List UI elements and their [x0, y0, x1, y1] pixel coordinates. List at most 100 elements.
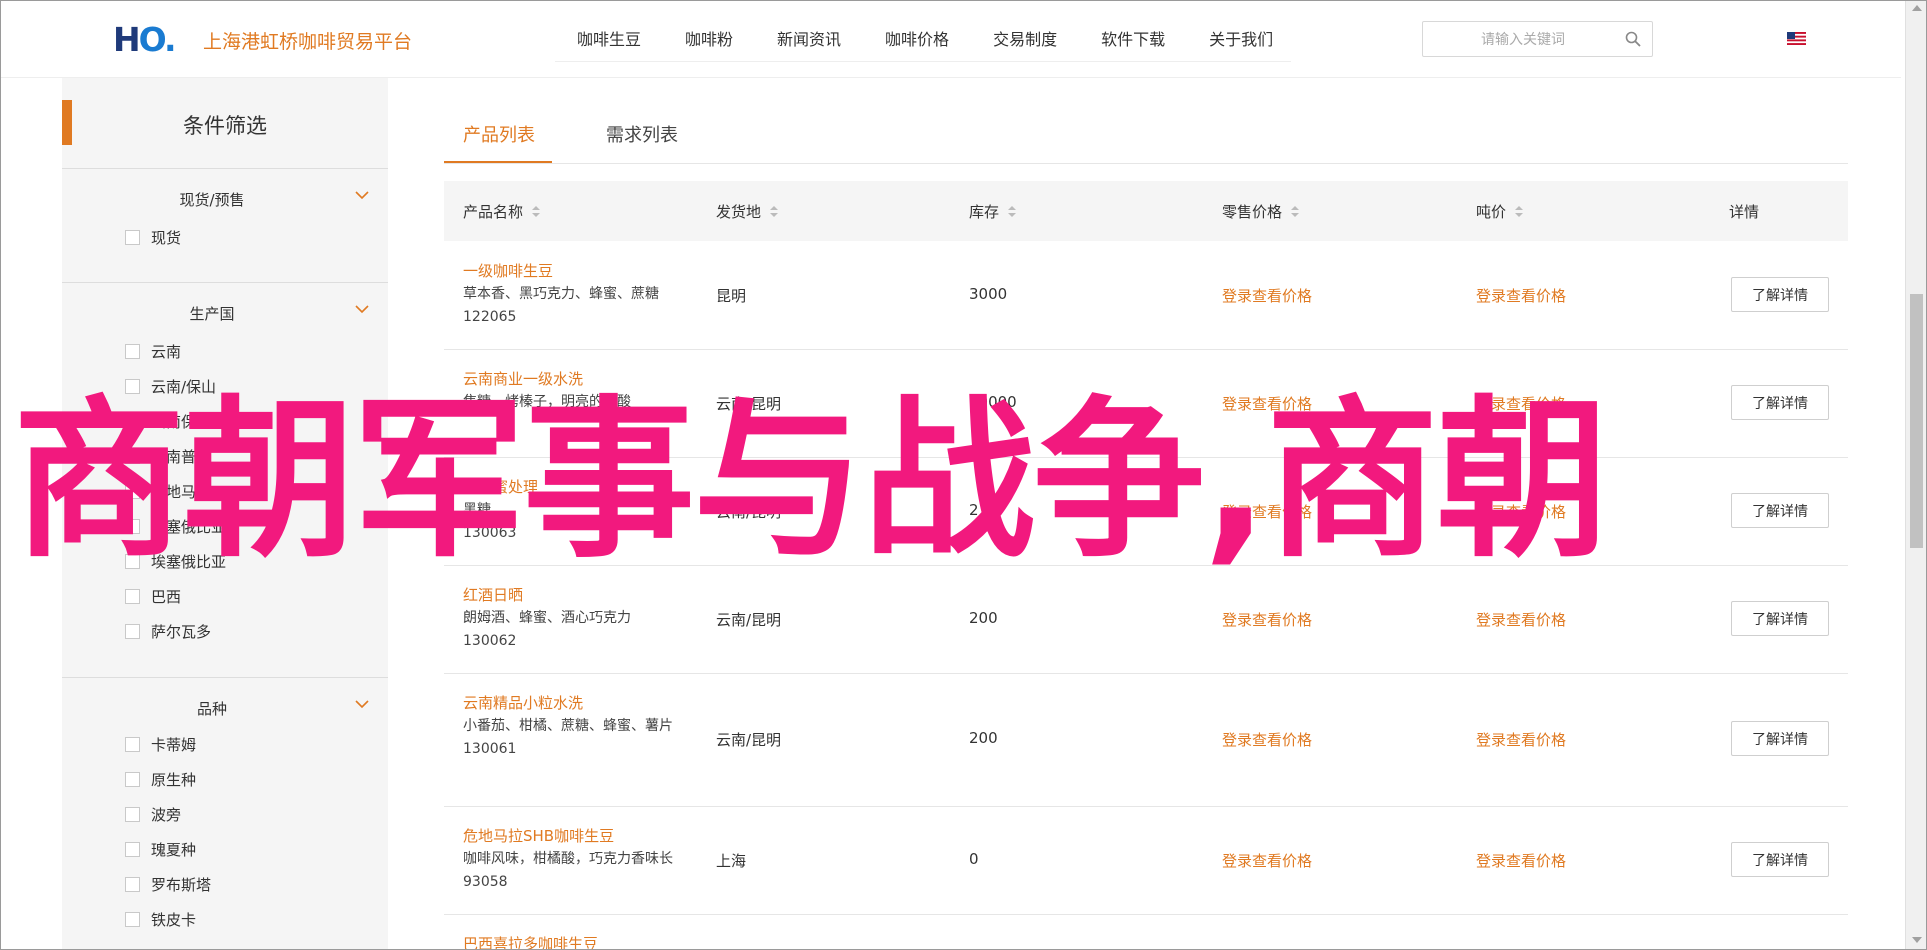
brand-name[interactable]: 上海港虹桥咖啡贸易平台 [203, 27, 412, 54]
retail-price-login-link[interactable]: 登录查看价格 [1222, 609, 1312, 630]
chevron-down-icon[interactable] [354, 301, 370, 317]
filter-option[interactable]: 萨尔瓦多 [125, 621, 211, 641]
sort-icon[interactable] [770, 205, 779, 218]
checkbox[interactable] [125, 229, 140, 245]
product-cell: 危地马拉SHB咖啡生豆 咖啡风味，柑橘酸，巧克力香味长 93058 [463, 825, 678, 894]
checkbox[interactable] [125, 771, 140, 787]
retail-price-login-link[interactable]: 登录查看价格 [1222, 729, 1312, 750]
column-header-ton-price[interactable]: 吨价 [1476, 201, 1524, 222]
checkbox[interactable] [125, 911, 140, 927]
product-code: 130061 [463, 741, 517, 757]
column-header-retail-price[interactable]: 零售价格 [1222, 201, 1300, 222]
filter-option-label: 萨尔瓦多 [151, 622, 212, 641]
filter-group-availability: 现货/预售 现货 [62, 169, 388, 283]
table-header: 产品名称 发货地 库存 零售价格 吨价 详情 [444, 181, 1848, 241]
nav-item-downloads[interactable]: 软件下载 [1079, 21, 1187, 61]
scroll-down-arrow-icon[interactable] [1912, 937, 1922, 943]
origin-cell: 云南/昆明 [716, 611, 782, 629]
filter-group-variety: 品种 卡蒂姆 原生种 波旁 瑰夏种 罗布斯塔 铁皮卡 [62, 678, 388, 949]
ton-price-login-link[interactable]: 登录查看价格 [1476, 609, 1566, 630]
filter-option[interactable]: 瑰夏种 [125, 839, 196, 859]
ton-price-login-link[interactable]: 登录查看价格 [1476, 285, 1566, 306]
filter-option-label: 现货 [151, 228, 182, 247]
filter-option-label: 瑰夏种 [151, 840, 197, 859]
sidebar-header: 条件筛选 [62, 78, 388, 169]
tab-demands[interactable]: 需求列表 [606, 121, 678, 147]
stock-cell: 0 [969, 850, 979, 868]
main-nav: 咖啡生豆 咖啡粉 新闻资讯 咖啡价格 交易制度 软件下载 关于我们 [555, 21, 1291, 62]
search-icon[interactable] [1624, 30, 1642, 48]
product-name-link[interactable]: 红酒日晒 [463, 584, 678, 607]
product-name-link[interactable]: 云南精品小粒水洗 [463, 692, 678, 715]
table-row: 红酒日晒 朗姆酒、蜂蜜、酒心巧克力 130062 云南/昆明 200 登录查看价… [444, 566, 1848, 674]
retail-price-login-link[interactable]: 登录查看价格 [1222, 850, 1312, 871]
filter-option-label: 罗布斯塔 [151, 875, 212, 894]
product-cell: 一级咖啡生豆 草本香、黑巧克力、蜂蜜、蔗糖 122065 [463, 260, 678, 329]
sort-icon[interactable] [532, 205, 541, 218]
checkbox[interactable] [125, 876, 140, 892]
sort-icon[interactable] [1291, 205, 1300, 218]
column-header-label: 库存 [969, 203, 1000, 221]
sort-icon[interactable] [1515, 205, 1524, 218]
detail-button[interactable]: 了解详情 [1731, 277, 1829, 312]
detail-button[interactable]: 了解详情 [1731, 385, 1829, 420]
nav-item-about[interactable]: 关于我们 [1187, 21, 1295, 61]
checkbox[interactable] [125, 623, 140, 639]
filter-option[interactable]: 云南 [125, 341, 181, 361]
vertical-scrollbar[interactable] [1905, 1, 1926, 949]
filter-option-label: 卡蒂姆 [151, 735, 197, 754]
column-header-label: 发货地 [716, 203, 762, 221]
filter-option-label: 原生种 [151, 770, 197, 789]
filter-option[interactable]: 罗布斯塔 [125, 874, 211, 894]
nav-item-prices[interactable]: 咖啡价格 [863, 21, 971, 61]
origin-cell: 昆明 [716, 287, 747, 305]
tab-products[interactable]: 产品列表 [463, 121, 535, 147]
detail-button[interactable]: 了解详情 [1731, 842, 1829, 877]
filter-option[interactable]: 铁皮卡 [125, 909, 196, 929]
column-header-name[interactable]: 产品名称 [463, 201, 541, 222]
scrollbar-thumb[interactable] [1910, 294, 1923, 548]
product-name-link[interactable]: 危地马拉SHB咖啡生豆 [463, 825, 678, 848]
detail-button[interactable]: 了解详情 [1731, 721, 1829, 756]
column-header-label: 详情 [1729, 203, 1760, 221]
checkbox[interactable] [125, 806, 140, 822]
column-header-label: 零售价格 [1222, 203, 1283, 221]
nav-item-news[interactable]: 新闻资讯 [755, 21, 863, 61]
checkbox[interactable] [125, 841, 140, 857]
detail-button[interactable]: 了解详情 [1731, 601, 1829, 636]
filter-group-title[interactable]: 现货/预售 [62, 189, 362, 210]
filter-option[interactable]: 卡蒂姆 [125, 734, 196, 754]
checkbox[interactable] [125, 588, 140, 604]
product-name-link[interactable]: 一级咖啡生豆 [463, 260, 678, 283]
checkbox[interactable] [125, 736, 140, 752]
nav-item-ground-coffee[interactable]: 咖啡粉 [663, 21, 755, 61]
retail-price-login-link[interactable]: 登录查看价格 [1222, 285, 1312, 306]
filter-option[interactable]: 波旁 [125, 804, 181, 824]
filter-group-title[interactable]: 生产国 [62, 303, 362, 324]
product-name-link[interactable]: 巴西喜拉多咖啡生豆 [463, 933, 678, 949]
filter-group-title[interactable]: 品种 [62, 698, 362, 719]
us-flag-icon[interactable] [1787, 32, 1806, 45]
filter-option[interactable]: 巴西 [125, 586, 181, 606]
filter-option[interactable]: 原生种 [125, 769, 196, 789]
site-logo[interactable]: HO. [113, 20, 176, 59]
ton-price-login-link[interactable]: 登录查看价格 [1476, 729, 1566, 750]
ton-price-login-link[interactable]: 登录查看价格 [1476, 850, 1566, 871]
stock-cell: 200 [969, 609, 998, 627]
browser-window: HO. 上海港虹桥咖啡贸易平台 咖啡生豆 咖啡粉 新闻资讯 咖啡价格 交易制度 … [0, 0, 1927, 950]
filter-option-label: 波旁 [151, 805, 182, 824]
sidebar-title: 条件筛选 [183, 114, 267, 138]
sort-icon[interactable] [1008, 205, 1017, 218]
nav-item-rules[interactable]: 交易制度 [971, 21, 1079, 61]
scroll-up-arrow-icon[interactable] [1912, 5, 1922, 11]
chevron-down-icon[interactable] [354, 696, 370, 712]
table-row: 云南精品小粒水洗 小番茄、柑橘、蔗糖、蜂蜜、薯片 130061 云南/昆明 20… [444, 674, 1848, 807]
chevron-down-icon[interactable] [354, 187, 370, 203]
column-header-origin[interactable]: 发货地 [716, 201, 779, 222]
search-input[interactable] [1431, 22, 1615, 58]
detail-button[interactable]: 了解详情 [1731, 493, 1829, 528]
column-header-stock[interactable]: 库存 [969, 201, 1017, 222]
checkbox[interactable] [125, 343, 140, 359]
filter-option[interactable]: 现货 [125, 227, 181, 247]
nav-item-green-beans[interactable]: 咖啡生豆 [555, 21, 663, 61]
